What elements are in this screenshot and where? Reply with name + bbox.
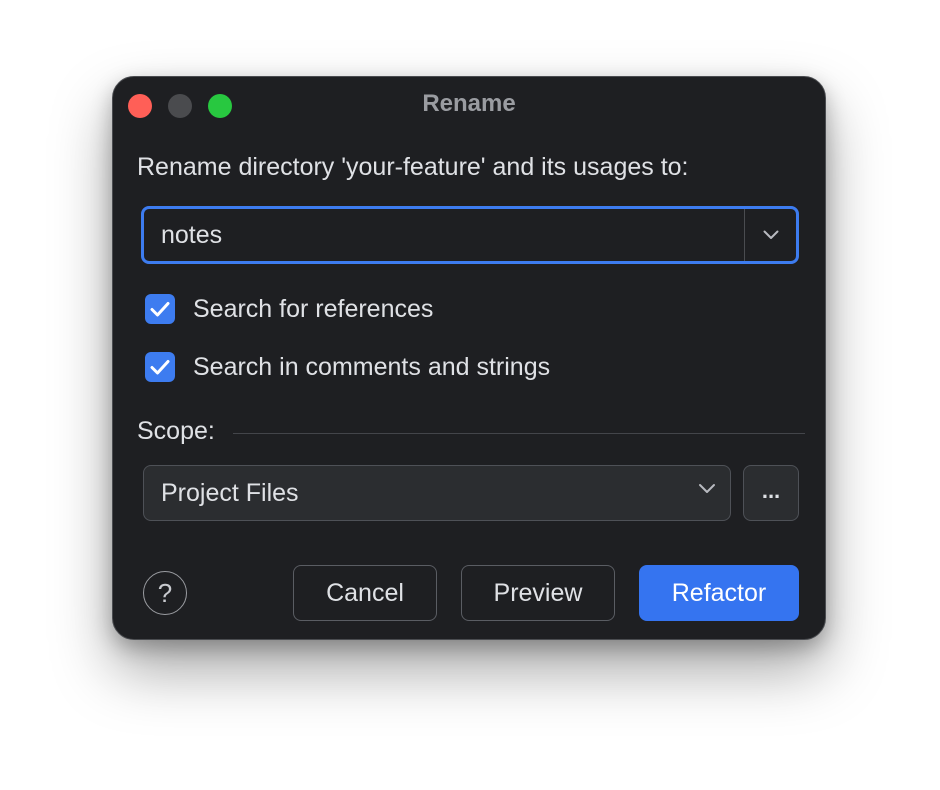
search-references-checkbox[interactable] xyxy=(145,294,175,324)
scope-separator xyxy=(233,433,805,434)
checkmark-icon xyxy=(150,360,170,375)
scope-selected-value: Project Files xyxy=(161,479,299,507)
new-name-input[interactable] xyxy=(144,209,744,261)
title-bar: Rename xyxy=(113,77,825,133)
search-references-label: Search for references xyxy=(193,294,434,323)
new-name-combobox xyxy=(141,206,799,264)
help-button[interactable]: ? xyxy=(143,571,187,615)
question-mark-icon: ? xyxy=(157,577,173,608)
window-title: Rename xyxy=(422,90,516,117)
browse-scope-button[interactable]: ... xyxy=(743,465,799,521)
cancel-button[interactable]: Cancel xyxy=(293,565,437,621)
name-history-dropdown-button[interactable] xyxy=(745,209,796,261)
search-references-option[interactable]: Search for references xyxy=(145,292,433,326)
search-comments-label: Search in comments and strings xyxy=(193,352,551,381)
refactor-button[interactable]: Refactor xyxy=(639,565,799,621)
rename-dialog: Rename Rename directory 'your-feature' a… xyxy=(112,76,826,640)
checkmark-icon xyxy=(150,302,170,317)
scope-label: Scope: xyxy=(137,417,215,445)
rename-prompt: Rename directory 'your-feature' and its … xyxy=(137,153,689,181)
scope-dropdown[interactable]: Project Files xyxy=(143,465,731,521)
search-comments-option[interactable]: Search in comments and strings xyxy=(145,350,550,384)
chevron-down-icon xyxy=(699,484,715,493)
chevron-down-icon xyxy=(763,230,778,239)
search-comments-checkbox[interactable] xyxy=(145,352,175,382)
stage: Rename Rename directory 'your-feature' a… xyxy=(0,0,940,790)
preview-button[interactable]: Preview xyxy=(461,565,615,621)
